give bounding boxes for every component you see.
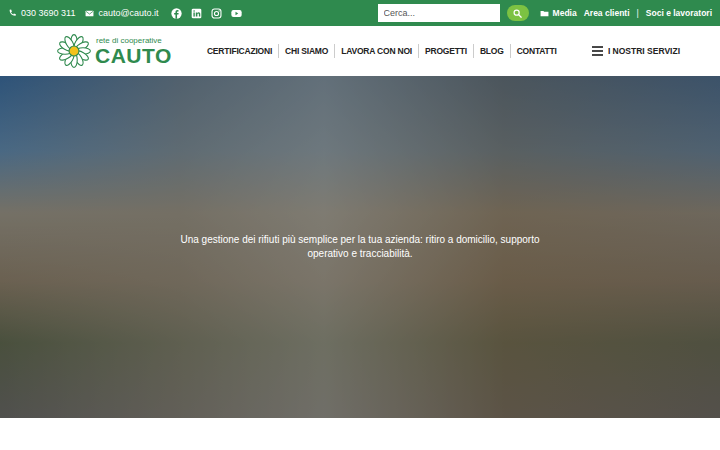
contact-group: 030 3690 311 cauto@cauto.it	[8, 8, 242, 19]
hero-banner: Una gestione dei rifiuti più semplice pe…	[0, 76, 720, 418]
page: 030 3690 311 cauto@cauto.it Media Area clie…	[0, 0, 720, 450]
hamburger-icon	[592, 46, 603, 56]
nav-item[interactable]: CHI SIAMO	[278, 44, 334, 58]
social-links	[171, 8, 242, 19]
nav-item[interactable]: CONTATTI	[510, 44, 563, 58]
nav-item[interactable]: BLOG	[473, 44, 510, 58]
nav-item[interactable]: CERTIFICAZIONI	[201, 44, 278, 58]
magnifier-icon	[513, 9, 522, 18]
email-link[interactable]: cauto@cauto.it	[85, 8, 158, 18]
phone-link[interactable]: 030 3690 311	[8, 8, 75, 18]
utility-link[interactable]: Area clienti	[584, 8, 630, 18]
nav-item[interactable]: PROGETTI	[418, 44, 473, 58]
utility-link[interactable]: Soci e lavoratori	[646, 8, 712, 18]
logo[interactable]: rete di cooperativeCAUTO	[56, 33, 172, 69]
search-input[interactable]	[378, 4, 500, 22]
services-menu-button[interactable]: I NOSTRI SERVIZI	[592, 44, 680, 58]
nav-item[interactable]: LAVORA CON NOI	[334, 44, 418, 58]
linkedin-icon[interactable]	[191, 8, 202, 19]
phone-icon	[8, 9, 17, 18]
youtube-icon[interactable]	[231, 8, 242, 19]
utility-link[interactable]: Media	[540, 8, 577, 18]
hero-text: Una gestione dei rifiuti più semplice pe…	[170, 233, 550, 262]
facebook-icon[interactable]	[171, 8, 182, 19]
folder-icon	[540, 9, 549, 18]
envelope-icon	[85, 9, 94, 18]
utility-separator: |	[637, 8, 639, 18]
page-bottom	[0, 418, 720, 450]
search-button[interactable]	[507, 5, 529, 21]
main-navigation: rete di cooperativeCAUTO CERTIFICAZIONICH…	[0, 26, 720, 76]
nav-menu: CERTIFICAZIONICHI SIAMOLAVORA CON NOIPRO…	[184, 44, 580, 58]
top-bar: 030 3690 311 cauto@cauto.it Media Area clie…	[0, 0, 720, 26]
hero-overlay: Una gestione dei rifiuti più semplice pe…	[0, 76, 720, 418]
utility-group: Media Area clienti | Soci e lavoratori	[378, 4, 712, 22]
instagram-icon[interactable]	[211, 8, 222, 19]
daisy-logo-icon	[56, 33, 92, 69]
logo-text: rete di cooperativeCAUTO	[95, 37, 172, 66]
